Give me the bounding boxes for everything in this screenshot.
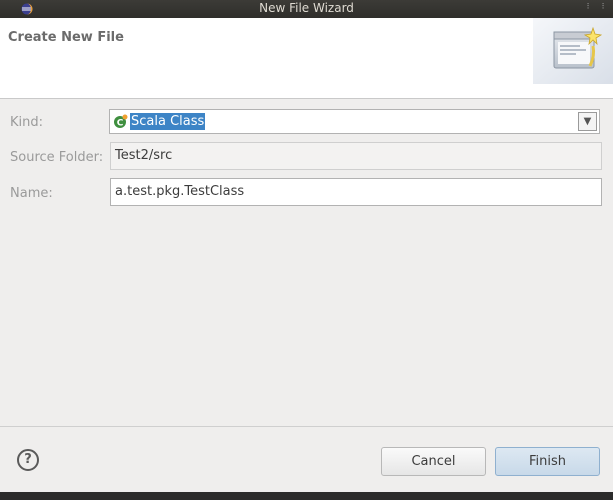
source-folder-field: Test2/src <box>110 142 602 170</box>
finish-button[interactable]: Finish <box>495 447 600 476</box>
name-input[interactable]: a.test.pkg.TestClass <box>110 178 602 206</box>
wizard-banner: Create New File <box>0 18 613 99</box>
window-title: New File Wizard <box>259 1 354 15</box>
kind-label: Kind: <box>10 115 44 130</box>
scala-class-icon: C <box>114 114 128 129</box>
chevron-down-icon[interactable]: ▼ <box>578 112 597 131</box>
minimize-button[interactable]: ⁝ <box>583 2 593 12</box>
kind-selected-value: Scala Class <box>130 113 206 130</box>
close-button[interactable]: ⁝ <box>598 2 608 12</box>
svg-text:C: C <box>117 119 124 129</box>
banner-title: Create New File <box>8 30 124 45</box>
help-icon[interactable]: ? <box>17 449 39 471</box>
source-folder-label: Source Folder: <box>10 150 104 165</box>
kind-combo[interactable]: C Scala Class ▼ <box>109 109 600 134</box>
cancel-button[interactable]: Cancel <box>381 447 486 476</box>
name-label: Name: <box>10 186 53 201</box>
new-file-wizard-window: New File Wizard ⁝ ⁝ Create New File Kind… <box>0 0 613 500</box>
wizard-body: Kind: C Scala Class ▼ Source Folder: Tes… <box>0 99 613 426</box>
window-bottom-edge <box>0 492 613 500</box>
wizard-banner-icon <box>533 18 613 84</box>
title-bar[interactable]: New File Wizard ⁝ ⁝ <box>0 0 613 19</box>
wizard-footer: ? Cancel Finish <box>0 427 613 492</box>
